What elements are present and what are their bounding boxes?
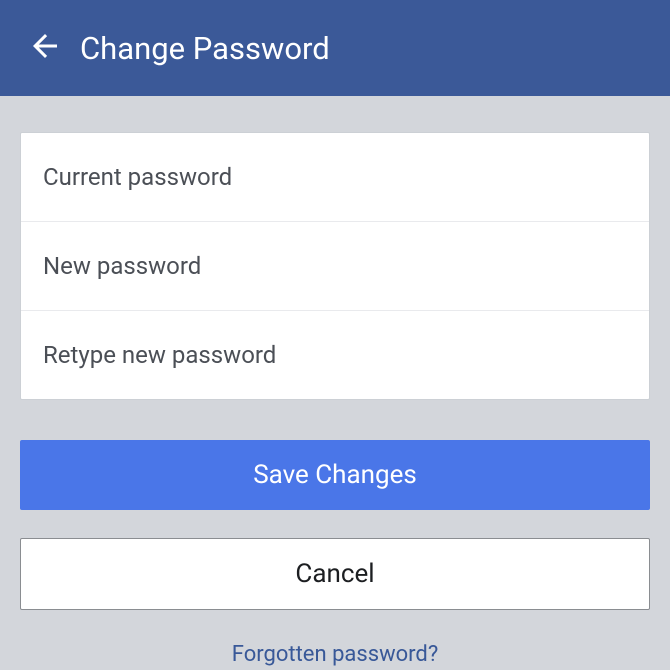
forgotten-password-link[interactable]: Forgotten password? — [0, 642, 670, 667]
cancel-button[interactable]: Cancel — [20, 538, 650, 610]
new-password-input[interactable] — [21, 222, 649, 310]
save-changes-button[interactable]: Save Changes — [20, 440, 650, 510]
current-password-row — [21, 133, 649, 222]
retype-password-row — [21, 311, 649, 399]
back-button[interactable] — [20, 23, 70, 73]
retype-password-input[interactable] — [21, 311, 649, 399]
back-arrow-icon — [27, 28, 63, 68]
password-form-card — [20, 132, 650, 400]
page-title: Change Password — [80, 30, 330, 67]
new-password-row — [21, 222, 649, 311]
current-password-input[interactable] — [21, 133, 649, 221]
app-header: Change Password — [0, 0, 670, 96]
